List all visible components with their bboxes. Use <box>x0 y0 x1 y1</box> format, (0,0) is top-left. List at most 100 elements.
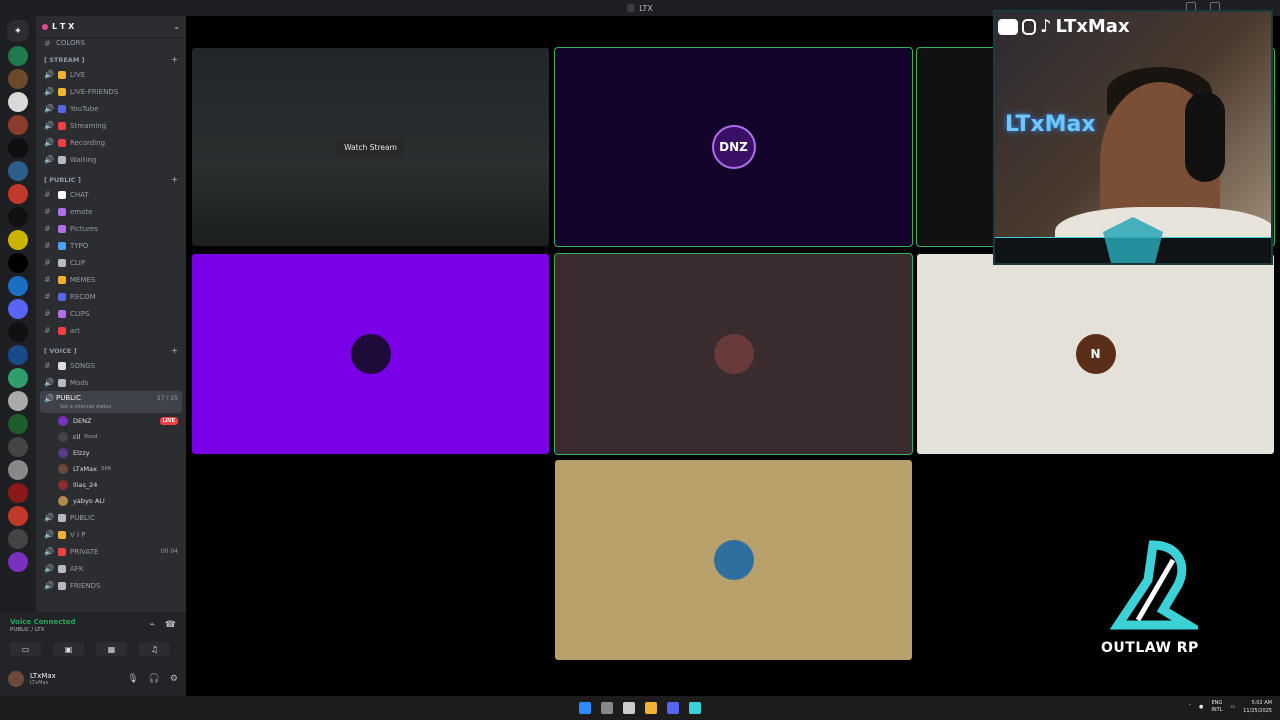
speaker-icon: 🔊 <box>44 104 54 113</box>
server-icon[interactable] <box>8 322 28 342</box>
server-icon[interactable] <box>8 414 28 434</box>
windows-start-icon[interactable] <box>579 702 591 714</box>
server-icon[interactable] <box>8 92 28 112</box>
channel-colors[interactable]: # COLORS <box>36 38 186 48</box>
speaker-icon: 🔊 <box>44 121 54 130</box>
server-icon[interactable] <box>8 391 28 411</box>
channel-item[interactable]: 🔊 Mods <box>36 374 186 391</box>
channel-item[interactable]: 🔊 LIVE-FRIENDS <box>36 83 186 100</box>
emoji-icon <box>58 275 66 284</box>
activities-button[interactable]: ▦ <box>96 642 127 656</box>
chevron-up-icon[interactable]: ˄ <box>1189 704 1192 710</box>
server-icon[interactable] <box>8 230 28 250</box>
server-icon[interactable] <box>8 529 28 549</box>
channel-status[interactable]: Set a channel status <box>44 404 178 410</box>
channel-item[interactable]: 🔊 YouTube <box>36 100 186 117</box>
soundboard-button[interactable]: ♫ <box>139 642 170 656</box>
server-icon[interactable] <box>8 138 28 158</box>
server-icon[interactable] <box>8 161 28 181</box>
server-icon[interactable] <box>8 69 28 89</box>
channel-category[interactable]: [ VOICE ] + <box>36 344 186 357</box>
add-channel-icon[interactable]: + <box>171 346 178 355</box>
participant-tile[interactable] <box>554 253 913 455</box>
channel-label: PUBLIC <box>70 513 95 522</box>
channel-item[interactable]: 🔊 Streaming <box>36 117 186 134</box>
server-icon[interactable] <box>8 115 28 135</box>
channel-label: CLIP <box>70 258 86 267</box>
voice-user[interactable]: cil Pood <box>36 429 186 445</box>
microphone-icon[interactable]: 🎙 <box>127 674 138 684</box>
channel-item[interactable]: # Pictures <box>36 220 186 237</box>
camera-button[interactable]: ▭ <box>10 642 41 656</box>
participant-tile[interactable]: N <box>917 254 1274 454</box>
channel-item[interactable]: 🔊 PRIVATE 00 04 <box>36 543 186 560</box>
avatar <box>58 464 68 474</box>
screenshare-button[interactable]: ▣ <box>53 642 84 656</box>
server-icon[interactable] <box>8 552 28 572</box>
add-channel-icon[interactable]: + <box>171 55 178 64</box>
channel-item[interactable]: 🔊 PUBLIC <box>36 509 186 526</box>
chevron-down-icon[interactable]: ⌄ <box>173 22 180 31</box>
mic-tray-icon[interactable]: ● <box>1199 704 1203 710</box>
channel-item-active[interactable]: 🔊 PUBLIC 27 / 25 Set a channel status <box>40 391 182 413</box>
channel-item[interactable]: 🔊 Recording <box>36 134 186 151</box>
server-icon[interactable] <box>8 483 28 503</box>
channel-label: art <box>70 326 80 335</box>
channel-item[interactable]: 🔊 AFK <box>36 560 186 577</box>
participant-tile[interactable] <box>192 254 549 454</box>
headset <box>1185 92 1225 182</box>
discord-home-icon[interactable]: ✦ <box>7 20 29 42</box>
app-icon[interactable] <box>623 702 635 714</box>
watch-stream-button[interactable]: Watch Stream <box>336 137 405 157</box>
channel-item[interactable]: # art <box>36 322 186 339</box>
chrome-icon[interactable] <box>601 702 613 714</box>
voice-user[interactable]: yabyo ALI <box>36 493 186 509</box>
participant-tile[interactable]: DNZ <box>554 47 913 247</box>
social-handle: ♪ LTxMax <box>998 16 1130 37</box>
channel-item[interactable]: # TYPO <box>36 237 186 254</box>
disconnect-icon[interactable]: ☎ <box>165 620 176 630</box>
speaker-icon: 🔊 <box>44 547 54 556</box>
server-icon[interactable] <box>8 299 28 319</box>
channel-category[interactable]: [ PUBLIC ] + <box>36 173 186 186</box>
server-icon[interactable] <box>8 345 28 365</box>
server-icon[interactable] <box>8 46 28 66</box>
voice-user[interactable]: LTxMax SPA <box>36 461 186 477</box>
server-icon[interactable] <box>8 276 28 296</box>
participant-tile[interactable]: Watch Stream <box>192 48 549 246</box>
server-header[interactable]: L T X ⌄ <box>36 16 186 38</box>
channel-item[interactable]: 🔊 LIVE <box>36 66 186 83</box>
channel-item[interactable]: # CLIP <box>36 254 186 271</box>
discord-icon[interactable] <box>667 702 679 714</box>
channel-item[interactable]: # CLIPS <box>36 305 186 322</box>
voice-user[interactable]: DENZ LIVE <box>36 413 186 429</box>
voice-user[interactable]: Elzzy <box>36 445 186 461</box>
channel-category[interactable]: [ STREAM ] + <box>36 53 186 66</box>
server-icon[interactable] <box>8 368 28 388</box>
network-icon[interactable]: ▭ <box>1230 704 1235 710</box>
channel-item[interactable]: # emote <box>36 203 186 220</box>
noise-suppression-icon[interactable]: ⌁ <box>149 620 154 630</box>
server-icon[interactable] <box>8 460 28 480</box>
channel-item[interactable]: 🔊 Waiting <box>36 151 186 168</box>
channel-item[interactable]: # RECOM <box>36 288 186 305</box>
voice-user[interactable]: Ilias_24 <box>36 477 186 493</box>
server-icon[interactable] <box>8 506 28 526</box>
channel-item[interactable]: # MEMES <box>36 271 186 288</box>
gear-icon[interactable]: ⚙ <box>170 674 178 684</box>
server-icon[interactable] <box>8 184 28 204</box>
server-icon[interactable] <box>8 207 28 227</box>
channel-item[interactable]: 🔊 FRIENDS <box>36 577 186 594</box>
avatar[interactable] <box>8 671 24 687</box>
channel-item[interactable]: # SONGS <box>36 357 186 374</box>
channel-item[interactable]: # CHAT <box>36 186 186 203</box>
steam-icon[interactable] <box>689 702 701 714</box>
server-icon[interactable] <box>8 253 28 273</box>
server-icon[interactable] <box>8 437 28 457</box>
channel-item[interactable]: 🔊 V I P <box>36 526 186 543</box>
headphones-icon[interactable]: 🎧 <box>149 674 160 684</box>
add-channel-icon[interactable]: + <box>171 175 178 184</box>
participant-tile[interactable] <box>555 460 912 660</box>
file-explorer-icon[interactable] <box>645 702 657 714</box>
speaker-icon: 🔊 <box>44 138 54 147</box>
